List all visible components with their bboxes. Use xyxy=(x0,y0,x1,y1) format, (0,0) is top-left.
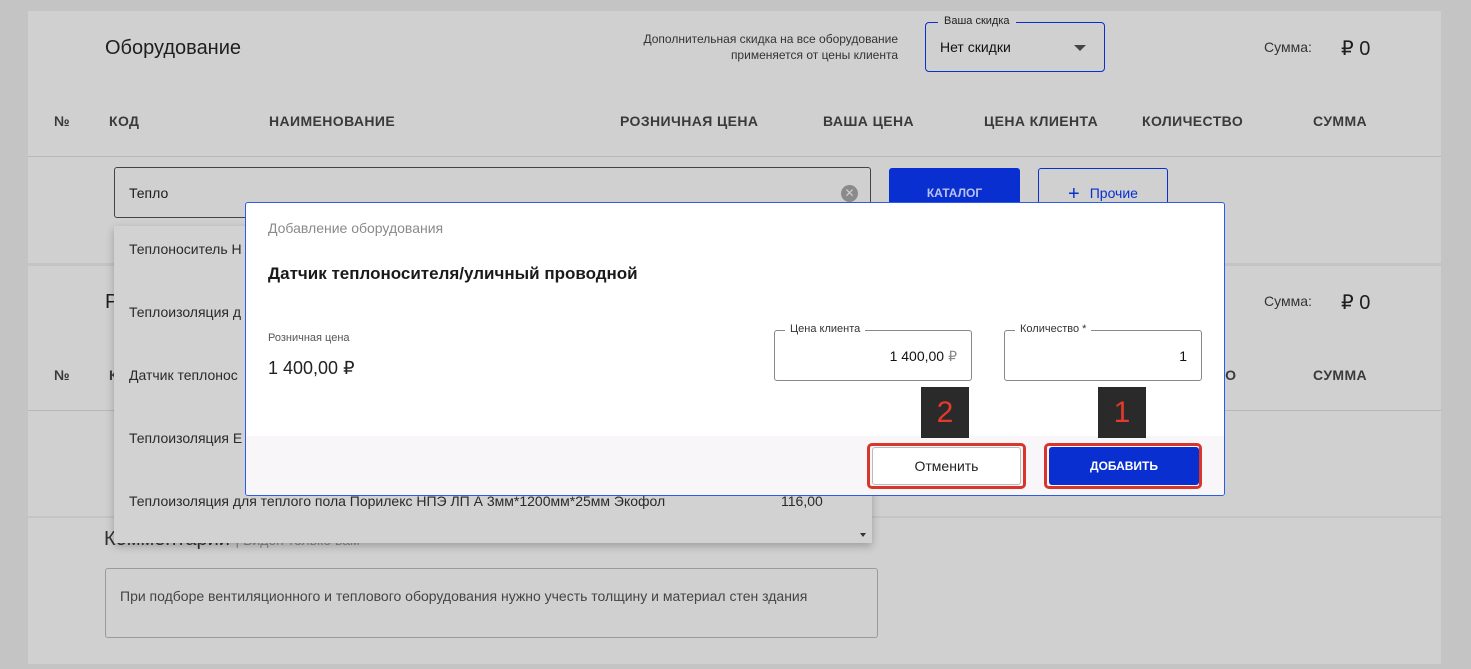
quantity-field[interactable]: Количество * 1 xyxy=(1004,323,1202,381)
section2-sum-value: ₽ 0 xyxy=(1341,292,1371,314)
clear-icon[interactable]: ✕ xyxy=(841,185,858,202)
other-button-label: Прочие xyxy=(1089,185,1138,201)
column-header-quantity: КОЛИЧЕСТВО xyxy=(1142,113,1244,129)
equipment-sum-value: ₽ 0 xyxy=(1341,38,1371,60)
scroll-down-icon[interactable] xyxy=(860,533,866,537)
discount-note-line1: Дополнительная скидка на все оборудовани… xyxy=(643,32,898,46)
section2-sum-label: Сумма: xyxy=(1264,293,1312,309)
discount-select[interactable]: Ваша скидка Нет скидки xyxy=(925,15,1105,72)
discount-note-line2: применяется от цены клиента xyxy=(730,48,898,62)
section2-column-sum: СУММА xyxy=(1313,367,1368,383)
equipment-sum-label: Сумма: xyxy=(1264,39,1312,55)
annotation-badge-2: 2 xyxy=(921,387,969,438)
quantity-value: 1 xyxy=(1179,348,1187,364)
chevron-down-icon xyxy=(1074,45,1086,51)
modal-title: Датчик теплоносителя/уличный проводной xyxy=(268,264,638,283)
client-price-value-wrap: 1 400,00 ₽ xyxy=(890,348,957,365)
list-item[interactable]: Датчик теплонос xyxy=(129,367,238,383)
column-header-sum: СУММА xyxy=(1313,113,1368,129)
cancel-highlight-frame xyxy=(867,443,1026,489)
column-header-name: НАИМЕНОВАНИЕ xyxy=(269,113,396,129)
column-header-code: КОД xyxy=(109,113,140,129)
client-price-currency: ₽ xyxy=(948,348,957,364)
client-price-label: Цена клиента xyxy=(785,323,866,335)
discount-note: Дополнительная скидка на все оборудовани… xyxy=(590,31,898,63)
add-highlight-frame xyxy=(1044,443,1202,489)
header-divider xyxy=(28,156,1441,157)
modal-header: Добавление оборудования xyxy=(268,220,444,236)
client-price-field[interactable]: Цена клиента 1 400,00 ₽ xyxy=(774,323,972,381)
section2-column-number: № xyxy=(54,367,71,383)
list-item[interactable]: Теплоноситель Н xyxy=(129,241,242,257)
discount-select-label: Ваша скидка xyxy=(938,15,1016,27)
column-header-retail-price: РОЗНИЧНАЯ ЦЕНА xyxy=(620,113,759,129)
annotation-badge-1: 1 xyxy=(1098,387,1146,438)
equipment-title: Оборудование xyxy=(105,37,242,59)
search-input-value: Тепло xyxy=(129,185,169,201)
discount-select-value: Нет скидки xyxy=(940,39,1011,55)
comment-textarea[interactable]: При подборе вентиляционного и теплового … xyxy=(105,568,878,638)
client-price-value: 1 400,00 xyxy=(889,348,945,364)
column-header-your-price: ВАША ЦЕНА xyxy=(823,113,914,129)
column-header-number: № xyxy=(54,113,71,129)
retail-price-label: Розничная цена xyxy=(268,332,350,344)
retail-price-value: 1 400,00 ₽ xyxy=(268,358,355,378)
list-item[interactable]: Теплоизоляция Е xyxy=(129,430,242,446)
quantity-label: Количество * xyxy=(1015,323,1092,335)
list-item[interactable]: Теплоизоляция д xyxy=(129,304,241,320)
comment-text: При подборе вентиляционного и теплового … xyxy=(120,588,808,604)
column-header-client-price: ЦЕНА КЛИЕНТА xyxy=(984,113,1099,129)
